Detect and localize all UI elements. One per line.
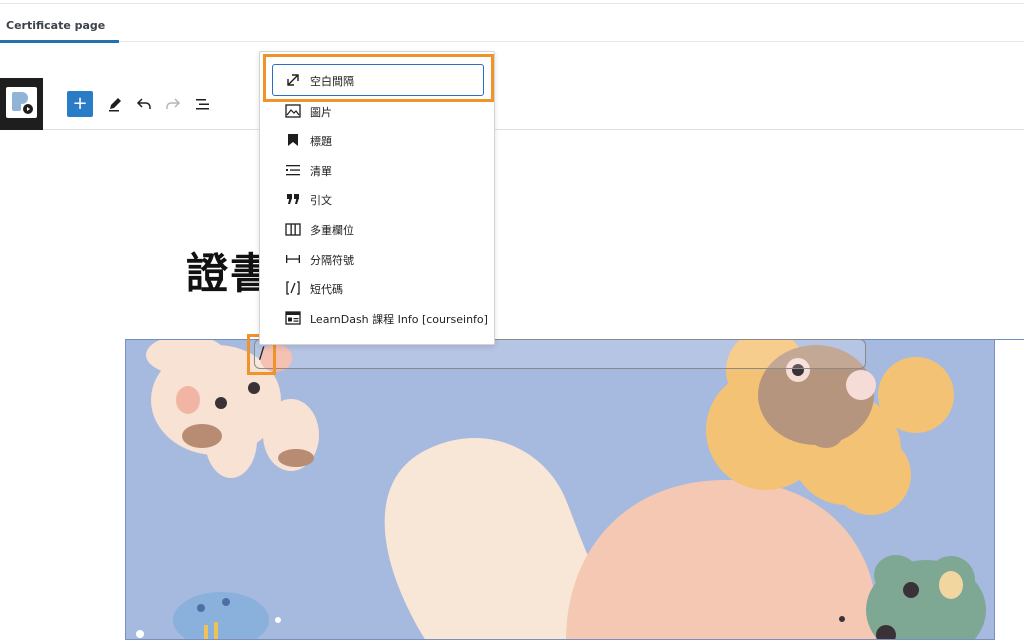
shortcode-icon bbox=[285, 280, 301, 296]
certificate-background-image[interactable] bbox=[125, 339, 995, 640]
inserter-item-shortcode[interactable]: 短代碼 bbox=[260, 273, 496, 303]
list-view-icon[interactable] bbox=[192, 93, 214, 115]
inserter-item-list[interactable]: 清單 bbox=[260, 155, 496, 185]
inserter-item-quote[interactable]: 引文 bbox=[260, 184, 496, 214]
spacer-annotation-box bbox=[263, 54, 494, 102]
bookmark-icon bbox=[285, 132, 301, 148]
columns-icon bbox=[285, 221, 301, 237]
site-logo-icon bbox=[6, 87, 37, 118]
site-logo-button[interactable] bbox=[0, 78, 43, 130]
tab-certificate-page[interactable]: Certificate page bbox=[0, 4, 120, 43]
quote-icon bbox=[285, 191, 301, 207]
editor-page: Certificate page + 證書 / 空白間隔 圖片 標題 清單 引文… bbox=[0, 0, 1024, 640]
illustration-art bbox=[136, 340, 986, 639]
separator-icon bbox=[285, 251, 301, 267]
pencil-icon[interactable] bbox=[104, 93, 126, 115]
add-block-button[interactable]: + bbox=[67, 91, 93, 117]
inserter-item-label: 清單 bbox=[310, 165, 332, 178]
inserter-item-separator[interactable]: 分隔符號 bbox=[260, 244, 496, 274]
inserter-item-label: 短代碼 bbox=[310, 283, 343, 296]
undo-icon[interactable] bbox=[133, 93, 155, 115]
inserter-item-label: 分隔符號 bbox=[310, 254, 354, 267]
inserter-item-learndash-courseinfo[interactable]: LearnDash 課程 Info [courseinfo] bbox=[260, 303, 496, 333]
redo-icon[interactable] bbox=[162, 93, 184, 115]
inserter-item-label: 圖片 bbox=[310, 106, 332, 119]
inserter-item-label: LearnDash 課程 Info [courseinfo] bbox=[310, 313, 488, 326]
inserter-item-heading[interactable]: 標題 bbox=[260, 125, 496, 155]
list-icon bbox=[285, 162, 301, 178]
inserter-item-label: 標題 bbox=[310, 135, 332, 148]
inserter-item-columns[interactable]: 多重欄位 bbox=[260, 214, 496, 244]
inserter-item-label: 多重欄位 bbox=[310, 224, 354, 237]
editor-toolbar: + bbox=[0, 78, 1024, 130]
inserter-item-label: 引文 bbox=[310, 194, 332, 207]
course-info-icon bbox=[285, 310, 301, 326]
image-icon bbox=[285, 103, 301, 119]
tab-bar: Certificate page bbox=[0, 4, 1024, 43]
